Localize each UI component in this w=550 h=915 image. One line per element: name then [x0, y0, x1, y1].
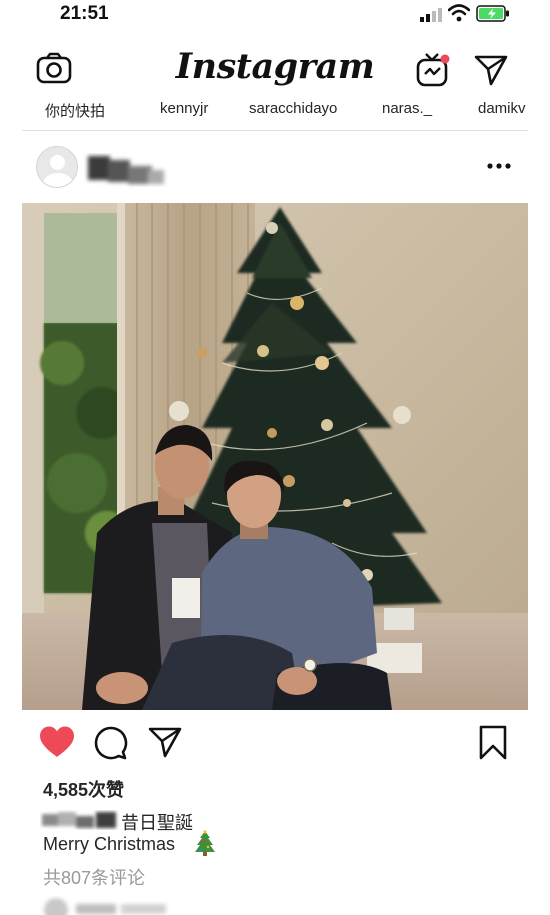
username-redacted[interactable]: [84, 150, 168, 190]
bookmark-icon[interactable]: [478, 725, 508, 761]
status-bar: 21:51: [0, 0, 550, 32]
direct-message-icon[interactable]: [474, 54, 508, 86]
next-post-redacted: [44, 898, 166, 915]
share-icon[interactable]: [148, 726, 182, 758]
view-comments-link[interactable]: 共807条评论: [43, 864, 145, 890]
christmas-tree-emoji: [195, 830, 215, 856]
story-item[interactable]: kennyjr: [160, 100, 208, 117]
caption-title: 昔日聖誕: [121, 813, 193, 833]
battery-icon: [476, 5, 509, 22]
caption-text: Merry Christmas: [43, 834, 176, 854]
avatar[interactable]: [36, 146, 78, 188]
signal-icon: [420, 8, 442, 22]
avatar-head-shape: [50, 155, 65, 170]
story-item[interactable]: saracchidayo: [249, 100, 337, 117]
post-photo[interactable]: [22, 203, 528, 710]
avatar-body-shape: [43, 173, 73, 187]
app-header: Instagram: [22, 34, 528, 104]
story-item[interactable]: naras._: [382, 100, 432, 117]
igtv-icon[interactable]: [416, 52, 452, 88]
story-item[interactable]: damikv: [478, 100, 526, 117]
stories-tray: 你的快拍 kennyjr saracchidayo naras._ damikv: [22, 100, 528, 122]
wifi-icon: [448, 4, 470, 22]
caption-username-redacted[interactable]: [40, 808, 120, 832]
story-your-story[interactable]: 你的快拍: [45, 100, 105, 121]
comment-icon[interactable]: [94, 726, 128, 760]
heart-icon[interactable]: [38, 725, 76, 759]
more-options-icon[interactable]: [485, 152, 513, 180]
status-time: 21:51: [60, 3, 109, 24]
likes-count[interactable]: 4,585次赞: [43, 776, 124, 802]
instagram-logo[interactable]: Instagram: [22, 46, 528, 87]
stories-divider: [22, 130, 528, 131]
